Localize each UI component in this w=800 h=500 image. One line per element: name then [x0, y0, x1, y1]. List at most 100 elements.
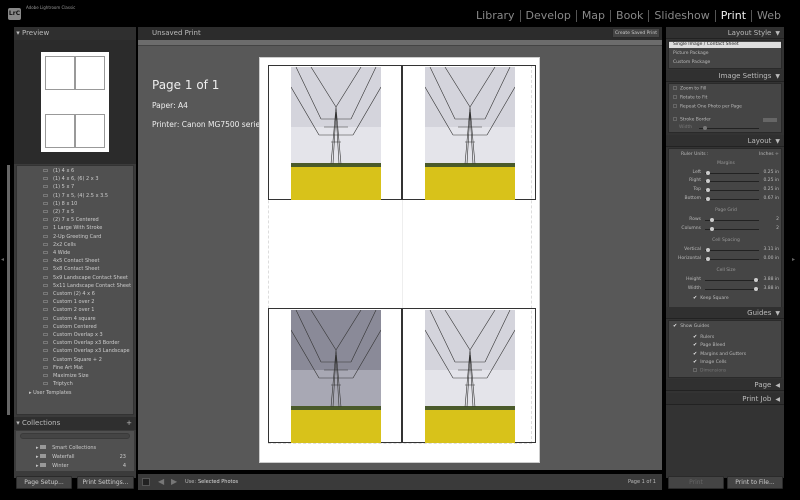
template-item[interactable]: 5x8 Contact Sheet: [17, 265, 99, 273]
module-slideshow[interactable]: Slideshow: [649, 10, 716, 22]
guide-rulers-checkbox[interactable]: ✔ Rulers: [693, 334, 714, 341]
ruler-units-select[interactable]: Inches ÷: [759, 152, 779, 158]
template-item[interactable]: Custom 1 over 2: [17, 298, 94, 306]
bottom-value[interactable]: 0.67 in: [761, 196, 779, 202]
template-item[interactable]: Custom 2 over 1: [17, 306, 94, 314]
collection-item[interactable]: ▸ Winter 4: [16, 462, 134, 470]
previous-page-icon[interactable]: ◀: [158, 474, 164, 490]
template-item[interactable]: (1) 8 x 10: [17, 200, 77, 208]
user-templates-folder[interactable]: ▸ User Templates: [29, 389, 72, 397]
collections-filter-input[interactable]: [20, 433, 130, 439]
template-item[interactable]: (1) 4 x 6, (6) 2 x 3: [17, 175, 99, 183]
collapse-right-icon[interactable]: ▸: [792, 256, 795, 263]
template-item[interactable]: 1 Large With Stroke: [17, 224, 102, 232]
template-item[interactable]: 2x2 Cells: [17, 241, 76, 249]
template-item[interactable]: 4 Wide: [17, 249, 70, 257]
rows-slider[interactable]: [705, 218, 759, 222]
guides-header[interactable]: Guides ▼: [666, 307, 784, 319]
slider-knob[interactable]: [706, 248, 710, 252]
template-item[interactable]: Triptych: [17, 380, 73, 388]
page-setup-button[interactable]: Page Setup...: [16, 476, 72, 489]
image-cell[interactable]: [268, 65, 402, 200]
use-select[interactable]: Selected Photos: [198, 474, 238, 490]
repeat-photo-checkbox[interactable]: Repeat One Photo per Page: [673, 104, 742, 111]
template-item[interactable]: Custom Overlap x 3: [17, 331, 103, 339]
layout-style-header[interactable]: Layout Style ▼: [666, 27, 784, 39]
template-item[interactable]: 5x11 Landscape Contact Sheet: [17, 282, 131, 290]
photo-pylon[interactable]: [425, 67, 515, 200]
slider-knob[interactable]: [706, 257, 710, 261]
template-item[interactable]: (1) 4 x 6: [17, 167, 74, 175]
vertical-value[interactable]: 3.11 in: [761, 247, 779, 253]
slider-knob[interactable]: [706, 171, 710, 175]
top-value[interactable]: 0.25 in: [761, 187, 779, 193]
print-to-file-button[interactable]: Print to File...: [727, 476, 783, 489]
module-print[interactable]: Print: [716, 10, 753, 22]
template-item[interactable]: Custom Square + 2: [17, 356, 102, 364]
layout-style-option[interactable]: Picture Package: [669, 51, 781, 57]
photo-pylon[interactable]: [291, 310, 381, 443]
left-value[interactable]: 0.25 in: [761, 170, 779, 176]
columns-slider[interactable]: [705, 227, 759, 231]
template-item[interactable]: Custom Overlap x3 Border: [17, 339, 119, 347]
height-value[interactable]: 3.88 in: [761, 277, 779, 283]
left-slider[interactable]: [705, 171, 759, 175]
horizontal-value[interactable]: 0.00 in: [761, 256, 779, 262]
guide-image-cells-checkbox[interactable]: ✔ Image Cells: [693, 359, 726, 366]
image-cell[interactable]: [268, 308, 402, 443]
module-library[interactable]: Library: [471, 10, 521, 22]
page-header[interactable]: Page ◀: [666, 379, 784, 391]
template-item[interactable]: Maximize Size: [17, 372, 89, 380]
guide-dimensions-checkbox[interactable]: Dimensions: [693, 367, 726, 375]
module-web[interactable]: Web: [752, 10, 786, 22]
slider-knob[interactable]: [710, 227, 714, 231]
slider-knob[interactable]: [710, 218, 714, 222]
add-collection-icon[interactable]: +: [126, 417, 132, 430]
preview-panel-header[interactable]: ▾ Preview: [14, 27, 136, 40]
photo-pylon[interactable]: [425, 310, 515, 443]
height-slider[interactable]: [705, 278, 759, 282]
width-slider[interactable]: [705, 287, 759, 291]
template-item[interactable]: (2) 7 x 5 Centered: [17, 216, 99, 224]
image-cell[interactable]: [402, 308, 536, 443]
image-cell[interactable]: [402, 65, 536, 200]
layout-style-option[interactable]: Single Image / Contact Sheet: [669, 42, 781, 48]
collection-item[interactable]: ▸ Waterfall 23: [16, 453, 134, 461]
zoom-to-fill-checkbox[interactable]: Zoom to Fill: [673, 86, 706, 93]
template-item[interactable]: Custom Overlap x3 Landscape: [17, 347, 130, 355]
horizontal-slider[interactable]: [705, 257, 759, 261]
page-view-icon[interactable]: [142, 478, 150, 486]
print-settings-button[interactable]: Print Settings...: [77, 476, 134, 489]
layout-style-option[interactable]: Custom Package: [669, 60, 781, 66]
template-item[interactable]: 4x5 Contact Sheet: [17, 257, 99, 265]
show-guides-checkbox[interactable]: ✔ Show Guides: [673, 323, 709, 330]
rotate-to-fit-checkbox[interactable]: Rotate to Fit: [673, 95, 707, 102]
template-item[interactable]: (1) 5 x 7: [17, 183, 74, 191]
photo-pylon[interactable]: [291, 67, 381, 200]
template-item[interactable]: Custom (2) 4 x 6: [17, 290, 95, 298]
template-item[interactable]: Custom Centered: [17, 323, 97, 331]
guide-margins-and-gutters-checkbox[interactable]: ✔ Margins and Gutters: [693, 351, 746, 358]
right-slider[interactable]: [705, 179, 759, 183]
module-develop[interactable]: Develop: [521, 10, 577, 22]
width-value[interactable]: 3.88 in: [761, 286, 779, 292]
stroke-width-slider[interactable]: [699, 126, 759, 130]
collections-panel-header[interactable]: ▾ Collections +: [14, 417, 136, 430]
template-item[interactable]: 5x9 Landscape Contact Sheet: [17, 274, 128, 282]
slider-knob[interactable]: [706, 179, 710, 183]
stroke-border-checkbox[interactable]: Stroke Border: [673, 117, 711, 124]
slider-knob[interactable]: [753, 278, 758, 282]
next-page-icon[interactable]: ▶: [171, 474, 177, 490]
print-button[interactable]: Print: [668, 476, 724, 489]
collection-item[interactable]: ▸ Smart Collections: [16, 444, 134, 452]
image-settings-header[interactable]: Image Settings ▼: [666, 70, 784, 82]
layout-header[interactable]: Layout ▼: [666, 135, 784, 147]
left-scrollbar[interactable]: [7, 165, 10, 415]
template-item[interactable]: (1) 7 x 5, (4) 2.5 x 3.5: [17, 192, 108, 200]
guide-page-bleed-checkbox[interactable]: ✔ Page Bleed: [693, 342, 725, 349]
slider-knob[interactable]: [753, 287, 758, 291]
template-item[interactable]: (2) 7 x 5: [17, 208, 74, 216]
template-item[interactable]: 2-Up Greeting Card: [17, 233, 101, 241]
collapse-left-icon[interactable]: ◂: [1, 256, 4, 263]
slider-knob[interactable]: [706, 188, 710, 192]
